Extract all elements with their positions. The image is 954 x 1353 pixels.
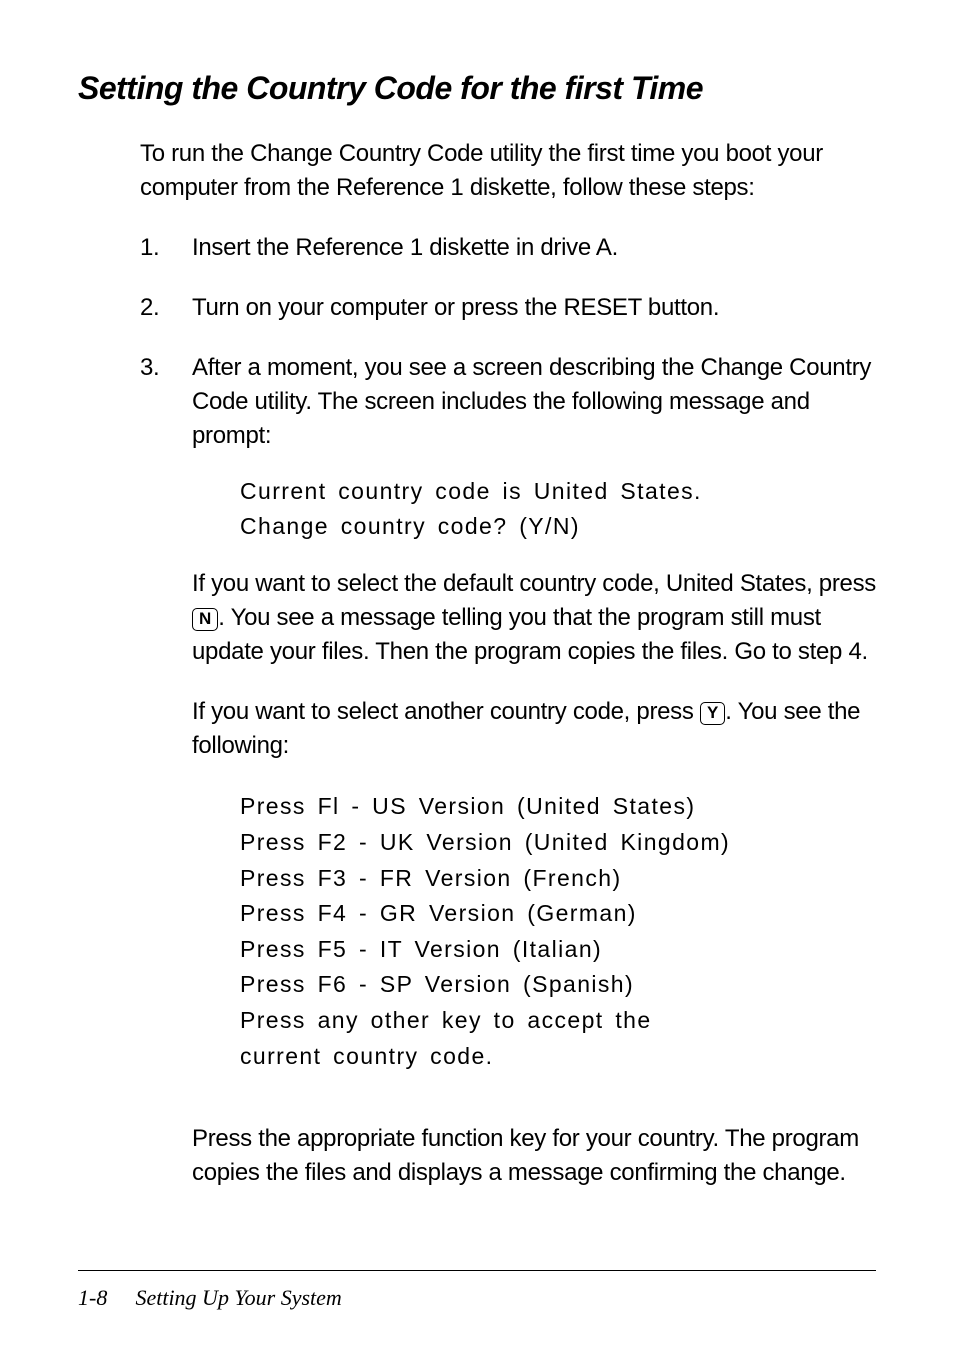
section-heading: Setting the Country Code for the first T… <box>78 70 876 107</box>
mono-line: Press F4 - GR Version (German) <box>240 896 876 932</box>
mono-line: Press any other key to accept the <box>240 1003 876 1039</box>
footer-title: Setting Up Your System <box>135 1285 341 1310</box>
closing-paragraph: Press the appropriate function key for y… <box>192 1122 876 1190</box>
keycap-n: N <box>192 608 218 631</box>
page-number: 1-8 <box>78 1285 107 1310</box>
page-footer: 1-8 Setting Up Your System <box>78 1285 342 1311</box>
step-3-text: After a moment, you see a screen describ… <box>192 351 876 453</box>
text-after-n: . You see a message telling you that the… <box>192 604 868 665</box>
screen-output-2: Press Fl - US Version (United States) Pr… <box>240 789 876 1074</box>
step-3: 3. After a moment, you see a screen desc… <box>140 351 876 1096</box>
mono-line: Press F3 - FR Version (French) <box>240 861 876 897</box>
ordered-steps: 1. Insert the Reference 1 diskette in dr… <box>140 231 876 1096</box>
step-text: After a moment, you see a screen describ… <box>192 351 876 1096</box>
mono-line: Change country code? (Y/N) <box>240 509 876 545</box>
screen-output-1: Current country code is United States. C… <box>240 474 876 545</box>
mono-line: Press F5 - IT Version (Italian) <box>240 932 876 968</box>
step-number: 1. <box>140 231 192 265</box>
footer-rule <box>78 1270 876 1271</box>
mono-line: current country code. <box>240 1039 876 1075</box>
step-1: 1. Insert the Reference 1 diskette in dr… <box>140 231 876 265</box>
keycap-y: Y <box>700 702 725 725</box>
step-number: 3. <box>140 351 192 1096</box>
para-another-country: If you want to select another country co… <box>192 695 876 763</box>
step-number: 2. <box>140 291 192 325</box>
mono-line: Current country code is United States. <box>240 474 876 510</box>
mono-line: Press F2 - UK Version (United Kingdom) <box>240 825 876 861</box>
mono-line: Press F6 - SP Version (Spanish) <box>240 967 876 1003</box>
step-text: Turn on your computer or press the RESET… <box>192 291 876 325</box>
step-2: 2. Turn on your computer or press the RE… <box>140 291 876 325</box>
mono-line: Press Fl - US Version (United States) <box>240 789 876 825</box>
intro-paragraph: To run the Change Country Code utility t… <box>140 137 876 205</box>
text-before-y: If you want to select another country co… <box>192 698 700 725</box>
text-before-n: If you want to select the default countr… <box>192 570 876 597</box>
step-text: Insert the Reference 1 diskette in drive… <box>192 231 876 265</box>
para-default-country: If you want to select the default countr… <box>192 567 876 669</box>
